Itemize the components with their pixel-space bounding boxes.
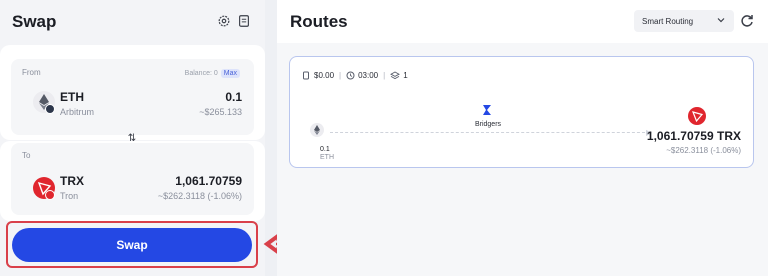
gas-fee-value: $0.00: [314, 71, 335, 80]
route-trx-icon: [688, 107, 706, 125]
to-token-box[interactable]: To TRX Tron 1,061.70759 ~$262.3118 (-1.0…: [11, 143, 254, 215]
from-token-box[interactable]: From Balance: 0 Max ETH Arbitrum 0.1 ~$2…: [11, 59, 254, 135]
to-label: To: [22, 151, 31, 160]
gas-pump-icon: [303, 71, 309, 80]
time-value: 03:00: [358, 71, 379, 80]
refresh-icon[interactable]: [739, 13, 755, 29]
to-token-symbol: TRX: [60, 174, 84, 188]
history-document-icon[interactable]: [236, 13, 252, 29]
routes-panel: Routes Smart Routing $0.00 | 03:00 | 1 ▶…: [277, 0, 768, 276]
gas-fee-item: $0.00: [302, 71, 334, 80]
to-card: To TRX Tron 1,061.70759 ~$262.3118 (-1.0…: [0, 141, 265, 221]
routing-mode-select[interactable]: Smart Routing: [634, 10, 734, 32]
from-amount[interactable]: 0.1: [225, 90, 242, 104]
meta-divider: |: [383, 71, 386, 80]
meta-divider: |: [339, 71, 342, 80]
route-path-line: [330, 132, 650, 133]
settings-gear-icon[interactable]: [216, 13, 232, 29]
routes-title: Routes: [290, 12, 348, 31]
bridge-name: Bridgers: [474, 121, 502, 128]
route-to-amount: 1,061.70759 TRX: [646, 129, 741, 143]
time-item: 03:00: [346, 71, 378, 80]
max-button[interactable]: Max: [220, 69, 240, 78]
routing-mode-value: Smart Routing: [642, 16, 694, 26]
balance-row: Balance: 0 Max: [185, 69, 240, 78]
balance-text: Balance: 0: [184, 70, 218, 77]
from-label: From: [22, 68, 41, 77]
steps-item: 1: [390, 71, 408, 80]
swap-button[interactable]: Swap: [12, 228, 252, 262]
to-amount: 1,061.70759: [175, 174, 242, 188]
bridgers-logo-icon: [483, 105, 491, 115]
from-usd-value: ~$265.133: [199, 107, 242, 117]
route-from-symbol: ETH: [320, 154, 334, 161]
route-meta: $0.00 | 03:00 | 1: [302, 71, 408, 80]
from-token-chain: Arbitrum: [60, 107, 95, 117]
swap-title: Swap: [12, 12, 57, 31]
clock-icon: [346, 71, 355, 80]
swap-panel: Swap From Balance: 0 Max ETH Arbitrum 0.…: [0, 0, 265, 276]
to-usd-value: ~$262.3118 (-1.06%): [157, 191, 242, 201]
chevron-down-icon: [717, 18, 725, 23]
route-eth-icon: [310, 123, 324, 137]
tron-chain-icon: [45, 190, 55, 200]
route-option-card[interactable]: $0.00 | 03:00 | 1 ▶ Bridgers 0.1 ETH 1,0…: [289, 56, 754, 168]
from-token-symbol: ETH: [60, 90, 84, 104]
from-card: From Balance: 0 Max ETH Arbitrum 0.1 ~$2…: [0, 45, 265, 140]
layers-icon: [390, 71, 401, 80]
steps-value: 1: [403, 71, 408, 80]
route-to-usd: ~$262.3118 (-1.06%): [666, 146, 741, 155]
to-token-chain: Tron: [60, 191, 79, 201]
route-from-amount: 0.1: [320, 146, 330, 153]
arbitrum-chain-icon: [45, 104, 55, 114]
